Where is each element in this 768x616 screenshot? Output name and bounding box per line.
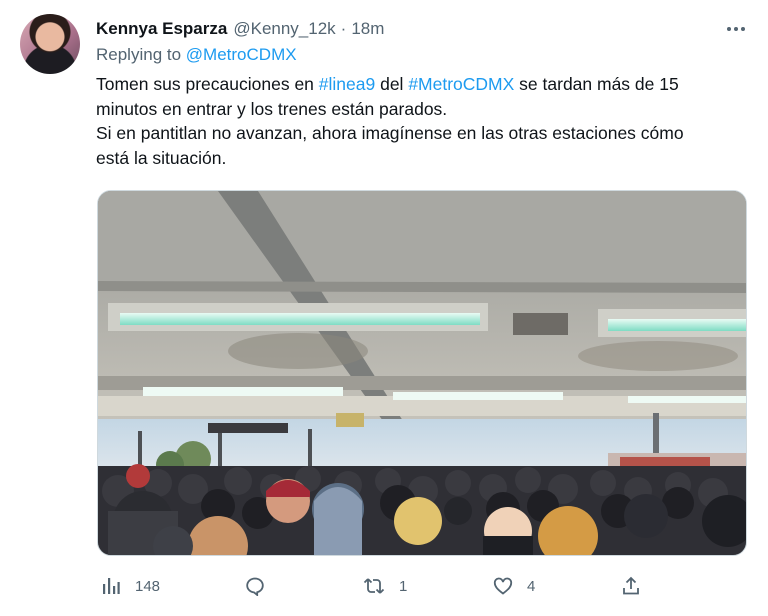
author-name[interactable]: Kennya Esparza	[96, 19, 227, 39]
reply-action[interactable]	[245, 568, 279, 604]
views-count: 148	[135, 577, 161, 595]
like-action[interactable]: 4	[493, 568, 535, 604]
avatar[interactable]	[20, 14, 80, 74]
share-icon	[623, 576, 639, 595]
hashtag-linea9[interactable]: #linea9	[319, 74, 375, 94]
tweet-header: Kennya Esparza @Kenny_12k · 18m	[96, 18, 384, 40]
replying-mention-link[interactable]: @MetroCDMX	[186, 45, 297, 64]
tweet-photo[interactable]	[97, 190, 747, 556]
tweet-text-line: minutos en entrar y los trenes están par…	[96, 98, 448, 119]
retweet-action[interactable]: 1	[363, 568, 407, 604]
replying-prefix: Replying to	[96, 45, 182, 64]
text-segment: del	[375, 74, 409, 94]
views-action[interactable]: 148	[101, 568, 160, 604]
tweet-text-line: está la situación.	[96, 147, 227, 168]
tweet-text-line: Si en pantitlan no avanzan, ahora imagín…	[96, 123, 684, 143]
retweet-count: 1	[399, 577, 408, 595]
replying-to: Replying to @MetroCDMX	[96, 45, 297, 65]
tweet-text: Tomen sus precauciones en #linea9 del #M…	[96, 72, 756, 170]
like-icon	[493, 577, 513, 595]
tweet[interactable]: Kennya Esparza @Kenny_12k · 18m Replying…	[0, 0, 768, 616]
photo-crowded-metro-station	[98, 191, 746, 555]
analytics-icon	[103, 578, 120, 594]
text-segment: Tomen sus precauciones en	[96, 74, 319, 94]
more-icon[interactable]	[724, 18, 748, 40]
tweet-actions: 148 1 4	[97, 568, 657, 604]
tweet-time[interactable]: 18m	[351, 19, 384, 39]
reply-icon	[246, 577, 264, 596]
share-action[interactable]	[621, 568, 641, 604]
like-count: 4	[527, 577, 536, 595]
retweet-icon	[363, 578, 385, 594]
text-segment: se tardan más de 15	[514, 74, 679, 94]
separator-dot: ·	[340, 19, 347, 38]
tweet-text-line: Tomen sus precauciones en #linea9 del #M…	[96, 72, 756, 97]
hashtag-metrocdmx[interactable]: #MetroCDMX	[408, 74, 514, 94]
author-handle[interactable]: @Kenny_12k	[233, 19, 335, 39]
